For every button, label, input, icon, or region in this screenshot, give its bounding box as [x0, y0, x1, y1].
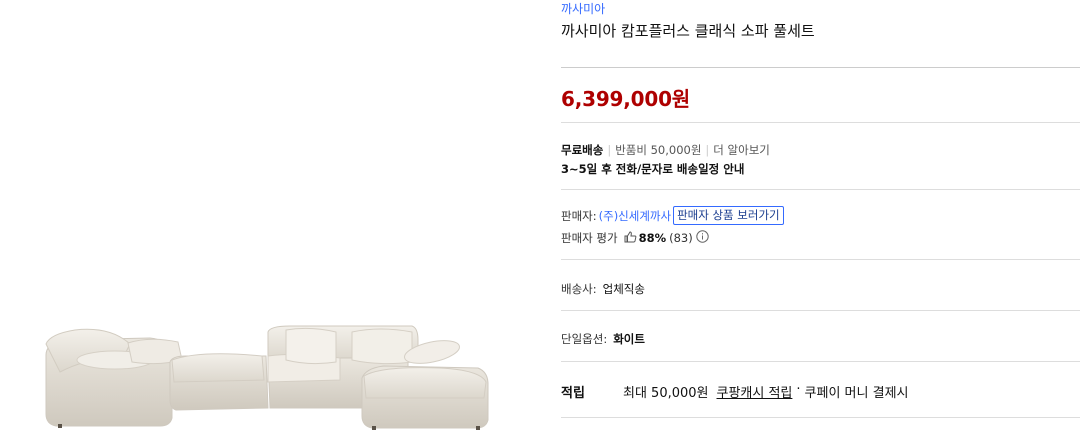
carrier-label: 배송사: — [561, 282, 597, 296]
points-label: 적립 — [561, 386, 585, 401]
rating-count: (83) — [669, 231, 693, 245]
carrier-info: 배송사: 업체직송 — [561, 281, 645, 297]
rating-label: 판매자 평가 — [561, 231, 618, 245]
product-image[interactable] — [0, 0, 540, 431]
learn-more-link[interactable]: 더 알아보기 — [713, 143, 770, 157]
product-info-panel: 까사미아 까사미아 캄포플러스 클래식 소파 풀세트 6,399,000원 무료… — [561, 0, 1080, 431]
divider — [561, 67, 1080, 68]
shipping-info: 무료배송 | 반품비 50,000원 | 더 알아보기 — [561, 142, 770, 158]
shipping-schedule: 3~5일 후 전화/문자로 배송일정 안내 — [561, 162, 745, 176]
coupay-condition: 쿠페이 머니 결제시 — [804, 386, 909, 401]
product-price: 6,399,000원 — [561, 87, 691, 111]
product-title: 까사미아 캄포플러스 클래식 소파 풀세트 — [561, 22, 815, 40]
carrier-value: 업체직송 — [602, 282, 645, 296]
points-max: 최대 50,000원 — [623, 386, 709, 401]
separator-dot: · — [796, 382, 801, 397]
divider — [561, 310, 1080, 311]
coupang-cash-link[interactable]: 쿠팡캐시 적립 — [717, 382, 793, 401]
rating-percent: 88% — [638, 231, 667, 245]
divider — [561, 259, 1080, 260]
divider — [561, 189, 1080, 190]
info-circle-icon[interactable] — [696, 230, 709, 246]
seller-rating: 판매자 평가 88% (83) — [561, 230, 709, 246]
points-info: 적립 최대 50,000원 쿠팡캐시 적립 · 쿠페이 머니 결제시 — [561, 382, 909, 401]
option-label: 단일옵션: — [561, 332, 608, 346]
option-info: 단일옵션: 화이트 — [561, 331, 645, 347]
divider — [561, 361, 1080, 362]
separator: | — [705, 143, 710, 157]
return-fee: 반품비 50,000원 — [615, 143, 702, 157]
thumbs-up-icon — [624, 230, 637, 246]
seller-info: 판매자: (주)신세계까사 판매자 상품 보러가기 — [561, 206, 784, 225]
view-seller-products-button[interactable]: 판매자 상품 보러가기 — [673, 206, 784, 225]
divider — [561, 122, 1080, 123]
seller-label: 판매자: — [561, 208, 597, 223]
brand-link[interactable]: 까사미아 — [561, 0, 605, 17]
seller-name-link[interactable]: (주)신세계까사 — [599, 208, 671, 224]
separator: | — [607, 143, 612, 157]
sofa-illustration — [45, 325, 489, 430]
option-value: 화이트 — [613, 332, 645, 346]
divider — [561, 417, 1080, 418]
free-shipping-label: 무료배송 — [561, 143, 604, 157]
